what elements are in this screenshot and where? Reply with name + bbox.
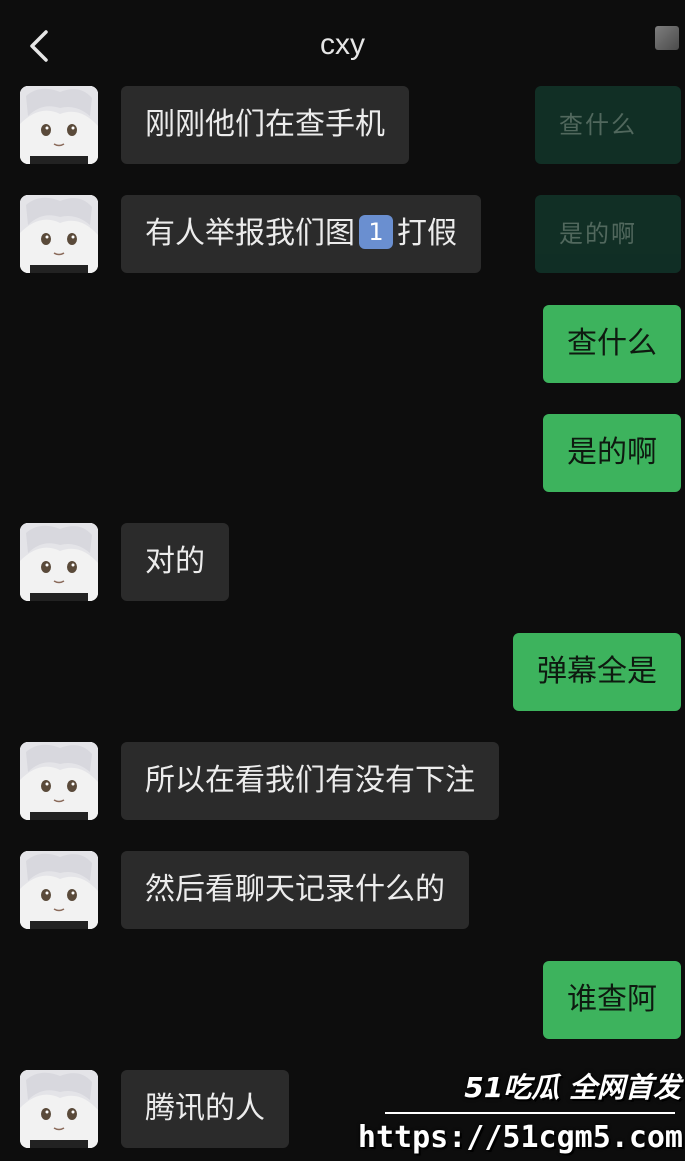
message-bubble-incoming[interactable]: 对的 — [121, 523, 229, 601]
avatar[interactable] — [20, 851, 98, 929]
avatar-image — [20, 195, 98, 273]
watermark-divider — [385, 1112, 675, 1114]
message-bubble-outgoing[interactable]: 弹幕全是 — [513, 633, 681, 711]
number-badge: 1 — [359, 214, 393, 249]
message-bubble-incoming[interactable]: 然后看聊天记录什么的 — [121, 851, 469, 929]
avatar[interactable] — [20, 523, 98, 601]
message-text: 有人举报我们图 — [145, 216, 355, 251]
watermark-url: https://51cgm5.com — [357, 1120, 683, 1155]
message-bubble-outgoing[interactable]: 谁查阿 — [543, 961, 681, 1039]
message-bubble-incoming[interactable]: 刚刚他们在查手机 — [121, 86, 409, 164]
avatar-image — [20, 86, 98, 164]
more-button[interactable] — [655, 26, 679, 50]
avatar[interactable] — [20, 742, 98, 820]
message-bubble-outgoing-faded[interactable]: 是的啊 — [535, 195, 681, 273]
message-text: 打假 — [397, 216, 457, 251]
top-bar: cxy — [0, 0, 685, 92]
message-bubble-incoming[interactable]: 腾讯的人 — [121, 1070, 289, 1148]
message-bubble-incoming[interactable]: 所以在看我们有没有下注 — [121, 742, 499, 820]
avatar[interactable] — [20, 86, 98, 164]
message-bubble-outgoing[interactable]: 查什么 — [543, 305, 681, 383]
watermark-brand: 51吃瓜 全网首发 — [464, 1071, 681, 1104]
chat-title: cxy — [320, 28, 365, 61]
avatar[interactable] — [20, 1070, 98, 1148]
avatar-image — [20, 742, 98, 820]
avatar-image — [20, 1070, 98, 1148]
message-bubble-outgoing[interactable]: 是的啊 — [543, 414, 681, 492]
watermark: 51吃瓜 全网首发 https://51cgm5.com — [358, 1064, 685, 1161]
message-bubble-outgoing-faded[interactable]: 查什么 — [535, 86, 681, 164]
avatar-image — [20, 523, 98, 601]
message-bubble-incoming[interactable]: 有人举报我们图 1 打假 — [121, 195, 481, 273]
avatar-image — [20, 851, 98, 929]
avatar[interactable] — [20, 195, 98, 273]
